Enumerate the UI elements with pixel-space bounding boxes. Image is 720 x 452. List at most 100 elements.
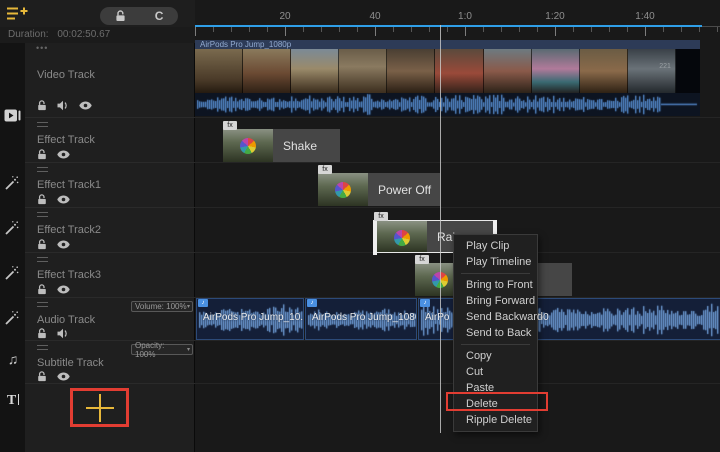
lock-icon[interactable] <box>37 284 47 295</box>
drag-handle-icon[interactable] <box>37 302 48 307</box>
audio-clip[interactable]: t-0 <box>530 298 720 340</box>
ruler-tick-label: 1:20 <box>538 11 572 22</box>
visibility-eye-icon[interactable] <box>57 240 70 249</box>
menu-item-play-clip[interactable]: Play Clip <box>454 238 537 254</box>
volume-value: Volume: 100% <box>135 302 187 311</box>
track-type-strip: T <box>0 43 25 452</box>
track-header-subtitle[interactable]: Opacity: 100% Subtitle Track <box>25 340 195 383</box>
audio-clip-label: AirPo <box>425 312 449 323</box>
playhead[interactable] <box>440 25 441 433</box>
drag-handle-icon[interactable] <box>37 122 48 127</box>
trim-handle-left[interactable] <box>373 220 377 255</box>
ruler-tick-label: 40 <box>358 11 392 22</box>
effect-clip-shake[interactable]: Shake <box>223 129 340 162</box>
track-header-audio[interactable]: Volume: 100% Audio Track <box>25 297 195 340</box>
film-frame <box>291 49 339 93</box>
volume-dropdown[interactable]: Volume: 100% <box>131 301 193 312</box>
ruler-tick <box>339 27 340 32</box>
filmstrip-thumbnails: 221 <box>195 49 676 93</box>
video-clip-filmstrip[interactable]: 221 <box>195 49 700 93</box>
film-frame <box>435 49 483 93</box>
audio-clip[interactable]: AirPods Pro Jump_10... <box>196 298 304 340</box>
effect-track1-icon <box>4 220 22 236</box>
ruler-tick <box>591 27 592 32</box>
ruler-tick <box>555 27 556 36</box>
audio-clip[interactable]: AirPods Pro Jump_1080p <box>305 298 417 340</box>
track-name: Audio Track <box>37 314 95 326</box>
lock-icon[interactable] <box>37 328 47 339</box>
visibility-eye-icon[interactable] <box>57 195 70 204</box>
lock-icon[interactable] <box>37 100 47 111</box>
lock-toggle-icon[interactable] <box>115 10 126 22</box>
snap-controls <box>100 7 178 25</box>
fx-badge: fx <box>318 165 332 174</box>
film-frame <box>484 49 532 93</box>
duration-display: Duration: 00:02:50.67 <box>0 27 195 43</box>
effect-thumbnail <box>377 221 427 252</box>
ruler-tick <box>285 27 286 36</box>
track-header-effect2[interactable]: Effect Track2 <box>25 207 195 252</box>
color-wheel-icon <box>335 182 351 198</box>
fx-badge: fx <box>415 255 429 264</box>
ruler-tick <box>267 27 268 32</box>
annotation-add-track-box <box>70 388 129 427</box>
effect-track2-icon <box>4 265 22 281</box>
fx-badge: fx <box>223 121 237 130</box>
film-frame-note: 221 <box>659 63 671 70</box>
track-name: Effect Track3 <box>37 269 101 281</box>
video-clip-title[interactable]: AirPods Pro Jump_1080p <box>195 40 700 49</box>
effect-clip-power-off[interactable]: Power Off <box>318 173 440 206</box>
ruler-tick <box>609 27 610 32</box>
lock-icon[interactable] <box>37 371 47 382</box>
opacity-dropdown[interactable]: Opacity: 100% <box>131 344 193 355</box>
music-note-badge <box>420 299 430 307</box>
spinner-arrows-icon[interactable] <box>187 301 190 312</box>
mute-icon[interactable] <box>57 100 69 111</box>
drag-handle-icon[interactable] <box>37 167 48 172</box>
annotation-delete-box <box>446 392 548 411</box>
visibility-eye-icon[interactable] <box>79 101 92 110</box>
menu-item-send-to-back[interactable]: Send to Back <box>454 325 537 341</box>
film-frame <box>532 49 580 93</box>
menu-item-copy[interactable]: Copy <box>454 348 537 364</box>
lock-icon[interactable] <box>37 239 47 250</box>
mute-icon[interactable] <box>57 328 69 339</box>
duration-value: 00:02:50.67 <box>57 29 110 40</box>
menu-item-send-backward[interactable]: Send Backward <box>454 309 537 325</box>
lock-icon[interactable] <box>37 194 47 205</box>
ruler-tick-label: 1:0 <box>448 11 482 22</box>
effect-track3-icon <box>4 310 22 326</box>
drag-handle-icon[interactable] <box>37 257 48 262</box>
menu-item-ripple-delete[interactable]: Ripple Delete <box>454 412 537 428</box>
ruler-tick <box>681 27 682 32</box>
track-name: Effect Track <box>37 134 95 146</box>
drag-handle-icon[interactable] <box>37 345 48 350</box>
color-wheel-icon <box>240 138 256 154</box>
time-ruler[interactable]: 20401:01:201:40 <box>195 0 720 43</box>
spinner-arrows-icon[interactable] <box>187 344 190 355</box>
magnet-snap-icon[interactable] <box>155 7 164 25</box>
track-header-effect[interactable]: Effect Track <box>25 117 195 162</box>
visibility-eye-icon[interactable] <box>57 285 70 294</box>
ruler-tick <box>465 27 466 36</box>
track-header-effect1[interactable]: Effect Track1 <box>25 162 195 207</box>
ruler-tick <box>303 27 304 32</box>
ruler-tick <box>447 27 448 32</box>
drag-handle-icon[interactable] <box>36 43 48 53</box>
menu-item-play-timeline[interactable]: Play Timeline <box>454 254 537 270</box>
lock-icon[interactable] <box>37 149 47 160</box>
visibility-eye-icon[interactable] <box>57 150 70 159</box>
menu-item-bring-to-front[interactable]: Bring to Front <box>454 277 537 293</box>
opacity-value: Opacity: 100% <box>135 341 187 359</box>
track-header-effect3[interactable]: Effect Track3 <box>25 252 195 297</box>
drag-handle-icon[interactable] <box>37 212 48 217</box>
effect-clip-label: Shake <box>283 139 317 153</box>
track-header-video[interactable]: Video Track <box>25 43 195 117</box>
menu-item-bring-forward[interactable]: Bring Forward <box>454 293 537 309</box>
ruler-tick <box>321 27 322 32</box>
visibility-eye-icon[interactable] <box>57 372 70 381</box>
film-frame: 221 <box>628 49 676 93</box>
track-name: Effect Track1 <box>37 179 101 191</box>
menu-item-cut[interactable]: Cut <box>454 364 537 380</box>
add-track-menu-icon[interactable] <box>6 5 28 22</box>
